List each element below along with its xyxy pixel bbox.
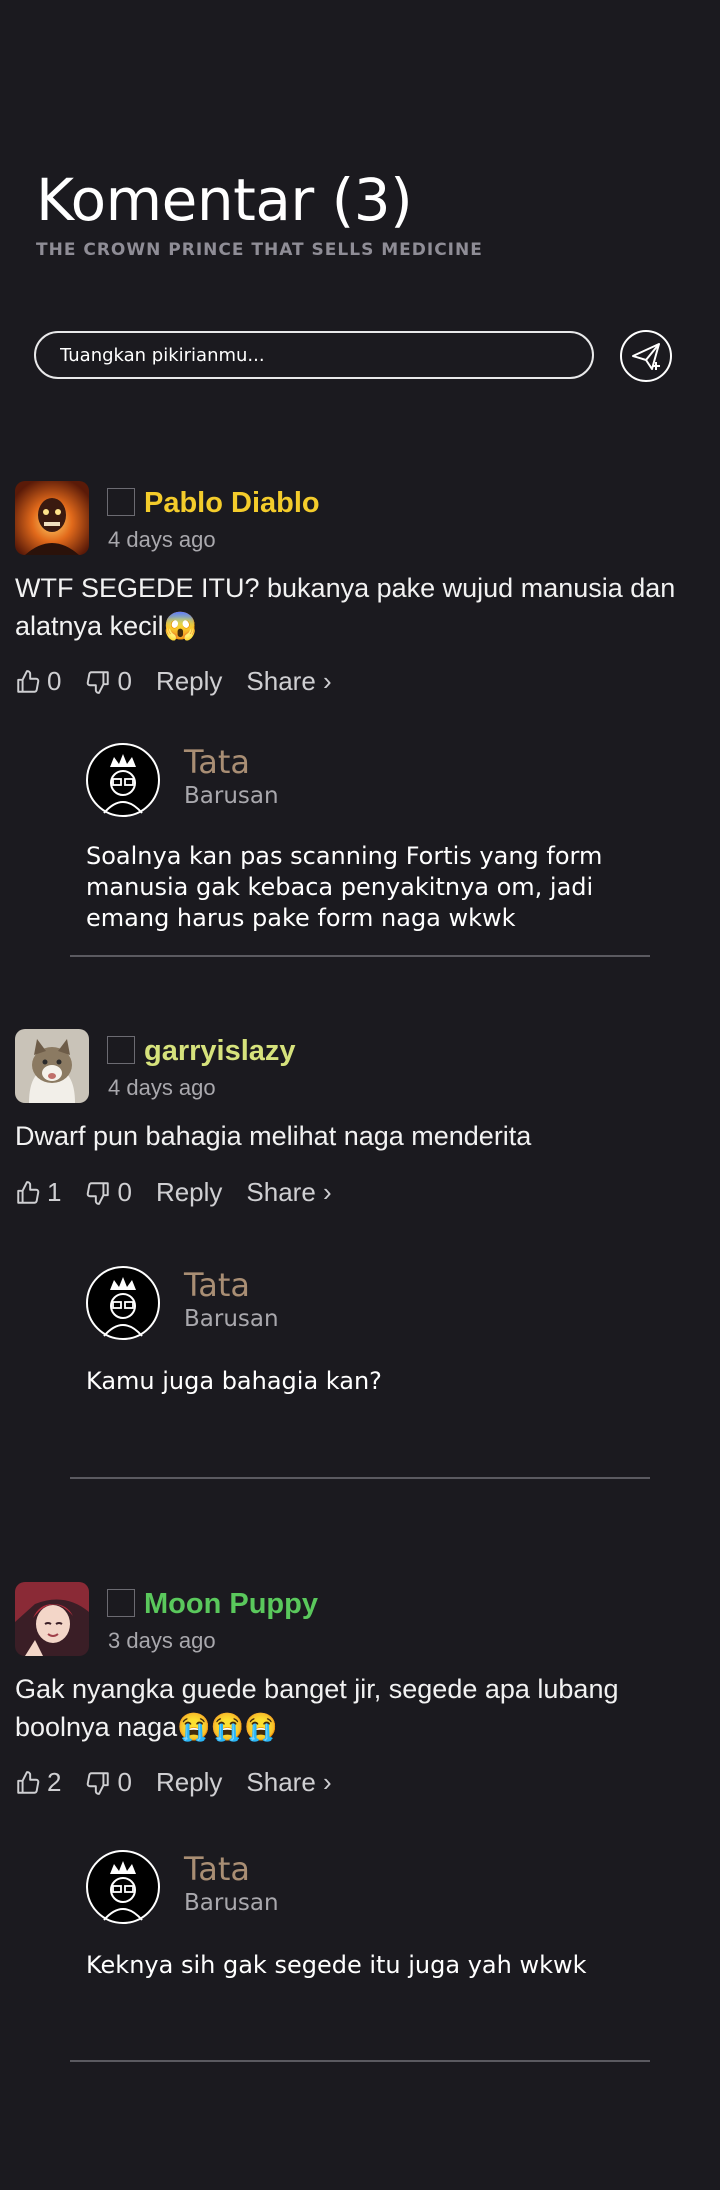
divider xyxy=(70,1477,650,1479)
like-button[interactable]: 0 xyxy=(15,666,61,697)
dislike-button[interactable]: 0 xyxy=(85,1767,132,1798)
comment-username[interactable]: Pablo Diablo xyxy=(144,487,320,520)
like-button[interactable]: 1 xyxy=(15,1177,61,1208)
comments-header: Komentar (3) THE CROWN PRINCE THAT SELLS… xyxy=(36,162,483,260)
comment-input[interactable] xyxy=(34,331,594,379)
avatar[interactable] xyxy=(15,1029,89,1103)
select-checkbox[interactable] xyxy=(107,488,135,516)
dislike-count: 0 xyxy=(117,1767,132,1797)
reply-time: Barusan xyxy=(184,783,279,809)
reply-button[interactable]: Reply xyxy=(156,1177,222,1208)
thumbs-up-icon xyxy=(17,1770,40,1794)
dislike-button[interactable]: 0 xyxy=(85,1177,132,1208)
reply-username[interactable]: Tata xyxy=(184,1266,250,1304)
comment-text: WTF SEGEDE ITU? bukanya pake wujud manus… xyxy=(15,573,676,641)
share-button[interactable]: Share › xyxy=(246,1177,331,1208)
comment-time: 4 days ago xyxy=(108,1075,216,1100)
comment-username[interactable]: garryislazy xyxy=(144,1035,296,1068)
avatar[interactable] xyxy=(15,481,89,555)
select-checkbox[interactable] xyxy=(107,1589,135,1617)
select-checkbox[interactable] xyxy=(107,1036,135,1064)
reply-username[interactable]: Tata xyxy=(184,743,250,781)
comment-composer xyxy=(34,329,674,383)
thumbs-up-icon xyxy=(17,1180,40,1204)
comment-item: garryislazy 4 days ago Dwarf pun bahagia… xyxy=(0,1029,720,1489)
comment-text: Dwarf pun bahagia melihat naga menderita xyxy=(15,1121,532,1151)
divider xyxy=(70,955,650,957)
comment-actions: 1 0 Reply Share › xyxy=(15,1177,356,1208)
thumbs-down-icon xyxy=(87,670,110,694)
dislike-count: 0 xyxy=(117,666,132,696)
avatar[interactable] xyxy=(86,1266,160,1340)
reply-username[interactable]: Tata xyxy=(184,1850,250,1888)
reply-text: Kamu juga bahagia kan? xyxy=(86,1367,382,1395)
send-button[interactable] xyxy=(619,329,673,383)
reply-time: Barusan xyxy=(184,1890,279,1916)
reply-text: Keknya sih gak segede itu juga yah wkwk xyxy=(86,1951,587,1979)
share-button[interactable]: Share › xyxy=(246,1767,331,1798)
thumbs-down-icon xyxy=(87,1181,110,1205)
avatar[interactable] xyxy=(86,743,160,817)
dislike-button[interactable]: 0 xyxy=(85,666,132,697)
reply-time: Barusan xyxy=(184,1306,279,1332)
comment-time: 3 days ago xyxy=(108,1628,216,1653)
avatar[interactable] xyxy=(86,1850,160,1924)
reply-button[interactable]: Reply xyxy=(156,666,222,697)
page-title: Komentar (3) xyxy=(36,166,413,234)
divider xyxy=(70,2060,650,2062)
comment-time: 4 days ago xyxy=(108,527,216,552)
comment-item: Moon Puppy 3 days ago Gak nyangka guede … xyxy=(0,1582,720,2062)
page-subtitle: THE CROWN PRINCE THAT SELLS MEDICINE xyxy=(36,240,483,260)
comment-actions: 0 0 Reply Share › xyxy=(15,666,356,697)
send-plane-icon xyxy=(620,330,672,382)
comment-actions: 2 0 Reply Share › xyxy=(15,1767,356,1798)
reply-text: Soalnya kan pas scanning Fortis yang for… xyxy=(86,842,603,932)
thumbs-down-icon xyxy=(87,1771,110,1795)
comment-item: Pablo Diablo 4 days ago WTF SEGEDE ITU? … xyxy=(0,481,720,961)
like-count: 0 xyxy=(47,666,62,696)
reply-item: Tata Barusan Keknya sih gak segede itu j… xyxy=(86,1850,656,2030)
like-count: 1 xyxy=(47,1177,62,1207)
reply-button[interactable]: Reply xyxy=(156,1767,222,1798)
thumbs-up-icon xyxy=(17,669,40,693)
dislike-count: 0 xyxy=(117,1177,132,1207)
reply-item: Tata Barusan Soalnya kan pas scanning Fo… xyxy=(86,743,656,943)
like-button[interactable]: 2 xyxy=(15,1767,61,1798)
share-button[interactable]: Share › xyxy=(246,666,331,697)
avatar[interactable] xyxy=(15,1582,89,1656)
like-count: 2 xyxy=(47,1767,62,1797)
reply-item: Tata Barusan Kamu juga bahagia kan? xyxy=(86,1266,656,1446)
comment-text: Gak nyangka guede banget jir, segede apa… xyxy=(15,1674,619,1742)
comment-username[interactable]: Moon Puppy xyxy=(144,1588,318,1621)
